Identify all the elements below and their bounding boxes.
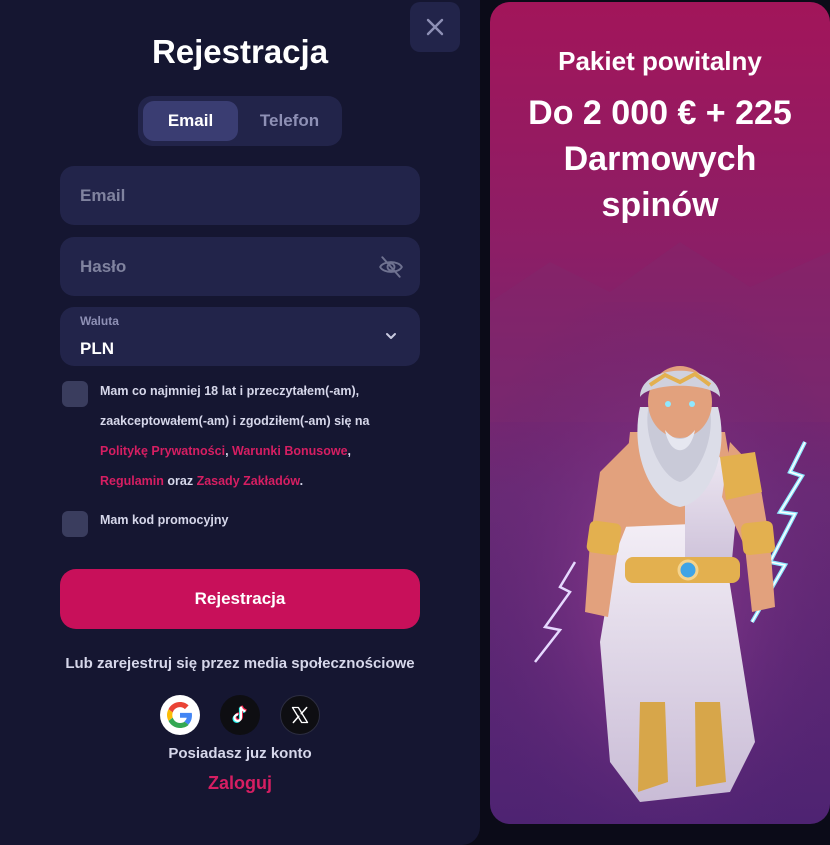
promo-headline: Do 2 000 € + 225 Darmowych spinów — [490, 90, 830, 228]
promo-headline-line-1: Do 2 000 € + 225 — [528, 94, 792, 132]
tab-phone[interactable]: Telefon — [242, 101, 337, 141]
x-button[interactable] — [280, 695, 320, 735]
page-title: Rejestracja — [151, 33, 329, 70]
social-signup-text: Lub zarejestruj się przez media społeczn… — [65, 655, 415, 672]
terms-end: . — [299, 474, 304, 488]
password-field-wrapper — [60, 237, 420, 296]
betting-rules-link[interactable]: Zasady Zakładów — [197, 474, 300, 488]
terms-line-2: zaakceptowałem(-am) i zgodziłem(-am) się… — [100, 414, 370, 428]
promo-banner: Pakiet powitalny Do 2 000 € + 225 Darmow… — [490, 2, 830, 824]
promo-headline-line-2: Darmowych — [563, 140, 757, 178]
eye-slash-icon[interactable] — [378, 254, 404, 280]
google-button[interactable] — [160, 695, 200, 735]
currency-value: PLN — [80, 339, 114, 358]
registration-panel: Rejestracja Email Telefon Waluta PLN Mam… — [0, 0, 480, 845]
promo-subtitle: Pakiet powitalny — [558, 46, 762, 76]
terms-separator: , — [225, 444, 233, 458]
terms-separator: , — [347, 444, 352, 458]
auth-method-tabs: Email Telefon — [138, 96, 342, 146]
email-field[interactable] — [60, 166, 420, 225]
promo-code-label: Mam kod promocyjny — [100, 513, 229, 527]
currency-select[interactable]: Waluta PLN — [60, 307, 420, 366]
terms-and: oraz — [163, 474, 197, 488]
email-field-wrapper — [60, 166, 420, 225]
promo-code-checkbox[interactable] — [62, 511, 88, 537]
chevron-down-icon — [386, 333, 396, 339]
tiktok-button[interactable] — [220, 695, 260, 735]
has-account-text: Posiadasz juz konto — [168, 745, 312, 762]
bonus-terms-link[interactable]: Warunki Bonusowe — [232, 444, 348, 458]
currency-label: Waluta — [80, 314, 119, 328]
privacy-policy-link[interactable]: Politykę Prywatności — [100, 444, 225, 458]
regulations-link[interactable]: Regulamin — [100, 474, 164, 488]
tiktok-icon — [232, 705, 247, 723]
login-link[interactable]: Zaloguj — [0, 773, 480, 794]
terms-line-1: Mam co najmniej 18 lat i przeczytałem(-a… — [100, 384, 360, 398]
terms-checkbox[interactable] — [62, 381, 88, 407]
google-icon — [167, 702, 192, 728]
x-icon — [291, 706, 309, 724]
password-field[interactable] — [60, 237, 420, 296]
register-button[interactable]: Rejestracja — [60, 569, 420, 629]
promo-headline-line-3: spinów — [601, 186, 719, 224]
tab-email[interactable]: Email — [143, 101, 238, 141]
terms-text: Mam co najmniej 18 lat i przeczytałem(-a… — [100, 376, 430, 496]
